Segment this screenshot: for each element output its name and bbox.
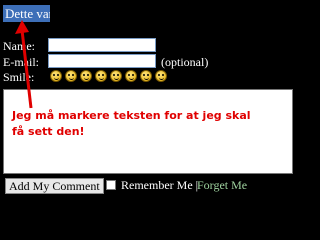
annotation-arrow-icon (15, 20, 33, 109)
remember-me-checkbox[interactable] (106, 180, 116, 190)
forget-me-link[interactable]: Forget Me (197, 178, 247, 193)
remember-me-label: Remember Me | (121, 178, 199, 192)
add-comment-button[interactable]: Add My Comment (5, 178, 104, 194)
